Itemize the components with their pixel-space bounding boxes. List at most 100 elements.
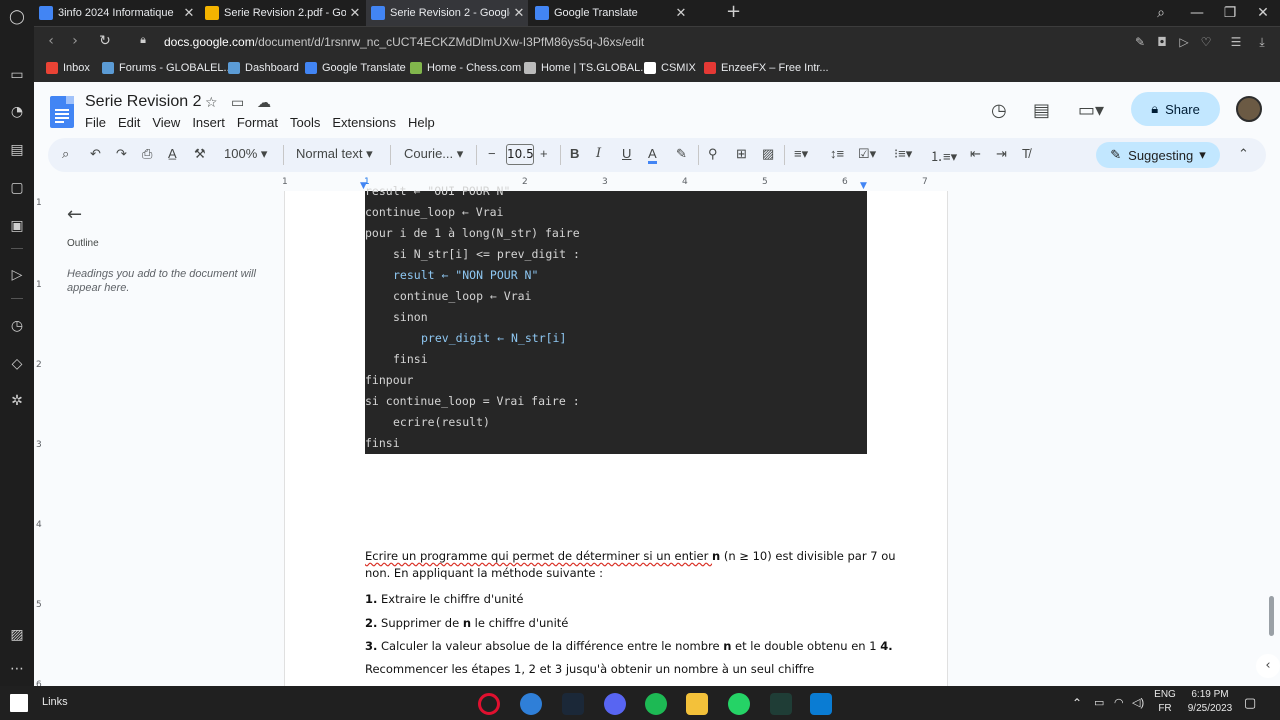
side-panel-toggle-icon[interactable]: ‹ [1256, 654, 1280, 678]
discord-icon[interactable] [604, 693, 626, 715]
comments-icon[interactable]: ▤ [1033, 100, 1050, 121]
menu-insert[interactable]: Insert [192, 115, 225, 130]
close-window-button[interactable]: ✕ [1246, 0, 1280, 26]
paint-format-icon[interactable]: ⚒ [194, 146, 206, 162]
vscode-icon[interactable] [810, 693, 832, 715]
language-indicator[interactable]: ENG FR [1152, 689, 1178, 714]
bookmark-csmix[interactable]: CSMIX [644, 62, 696, 74]
version-history-icon[interactable]: ◷ [991, 100, 1007, 121]
shopping-bag-icon[interactable]: ▤ [8, 141, 26, 159]
tab-pdf[interactable]: Serie Revision 2.pdf - Goog ✕ [200, 0, 364, 26]
camera-icon[interactable]: ◘ [1154, 35, 1170, 49]
document-page[interactable]: result ← "OUI POUR N" continue_loop ← Vr… [284, 184, 948, 686]
document-title[interactable]: Serie Revision 2 [85, 93, 202, 111]
spotify-icon[interactable] [645, 693, 667, 715]
line-spacing-icon[interactable]: ↕≡ [830, 146, 844, 161]
menu-file[interactable]: File [85, 115, 106, 130]
comment-icon[interactable]: ⊞ [736, 146, 747, 162]
reload-icon[interactable]: ↻ [96, 33, 114, 49]
bookmark-inbox[interactable]: Inbox [46, 62, 90, 74]
highlight-icon[interactable]: ✎ [676, 146, 687, 162]
menu-tools[interactable]: Tools [290, 115, 320, 130]
download-icon[interactable]: ⤓ [1254, 35, 1270, 50]
search-tabs-icon[interactable]: ⌕ [1144, 0, 1178, 26]
chevron-up-icon[interactable]: ⌃ [1072, 696, 1082, 710]
right-indent-marker-icon[interactable]: ▼ [860, 181, 867, 191]
easy-setup-icon[interactable]: ☰ [1228, 35, 1244, 49]
twitch-icon[interactable]: ▢ [8, 179, 26, 197]
links-toolbar[interactable]: Links [42, 696, 68, 708]
tab-docs[interactable]: Serie Revision 2 - Google D ✕ [366, 0, 528, 26]
clear-formatting-icon[interactable]: T̸ [1022, 146, 1030, 161]
player-icon[interactable]: ▷ [8, 266, 26, 284]
link-icon[interactable]: ⚲ [708, 146, 718, 162]
print-icon[interactable]: ⎙ [142, 146, 152, 162]
restore-button[interactable]: ❐ [1213, 0, 1247, 26]
font-select[interactable]: Courie... ▾ [404, 146, 463, 162]
menu-view[interactable]: View [152, 115, 180, 130]
speed-dial-icon[interactable]: ◔ [8, 103, 26, 121]
opera-icon[interactable] [478, 693, 500, 715]
meet-icon[interactable]: ▭▾ [1078, 100, 1104, 121]
redo-icon[interactable]: ↷ [116, 146, 127, 162]
more-icon[interactable]: ⋯ [8, 660, 26, 678]
clock[interactable]: 6:19 PM 9/25/2023 [1182, 689, 1238, 714]
forward-icon[interactable]: › [66, 33, 84, 49]
extensions-icon[interactable]: ▣ [8, 217, 26, 235]
edit-icon[interactable]: ✎ [1132, 35, 1148, 49]
cloud-status-icon[interactable]: ☁ [257, 95, 271, 111]
code-block[interactable]: result ← "OUI POUR N" continue_loop ← Vr… [365, 184, 867, 454]
suggesting-mode-button[interactable]: ✎ Suggesting ▾ [1096, 142, 1220, 168]
cube-icon[interactable]: ◇ [8, 355, 26, 373]
wifi-icon[interactable]: ◠ [1114, 696, 1124, 709]
bookmark-translate[interactable]: Google Translate [305, 62, 406, 74]
bookmark-dashboard[interactable]: Dashboard [228, 62, 299, 74]
bookmark-forums[interactable]: Forums - GLOBALEL... [102, 62, 233, 74]
app-icon[interactable] [520, 693, 542, 715]
style-select[interactable]: Normal text ▾ [296, 146, 373, 162]
zoom-select[interactable]: 100% ▾ [224, 146, 267, 162]
windows-start-icon[interactable] [10, 694, 28, 712]
send-icon[interactable]: ▷ [1176, 35, 1192, 49]
numbered-list-icon[interactable]: ⒈≡▾ [930, 146, 957, 165]
search-icon[interactable]: ⌕ [62, 146, 69, 162]
align-icon[interactable]: ≡▾ [794, 146, 808, 162]
bulleted-list-icon[interactable]: ⁝≡▾ [894, 146, 912, 162]
menu-edit[interactable]: Edit [118, 115, 140, 130]
bookmark-chess[interactable]: Home - Chess.com [410, 62, 521, 74]
increase-indent-icon[interactable]: ⇥ [996, 146, 1007, 162]
bookmark-enzeefx[interactable]: EnzeeFX – Free Intr... [704, 62, 829, 74]
avatar[interactable] [1236, 96, 1262, 122]
url-field[interactable]: docs.google.com/document/d/1rsnrw_nc_cUC… [164, 35, 644, 49]
history-icon[interactable]: ◷ [8, 317, 26, 335]
close-outline-icon[interactable]: ← [67, 204, 82, 225]
notifications-icon[interactable]: ▢ [1244, 695, 1256, 711]
font-size-input[interactable]: 10.5 [506, 144, 534, 165]
picture-icon[interactable]: ▨ [8, 626, 26, 644]
decrease-indent-icon[interactable]: ⇤ [970, 146, 981, 162]
new-tab-button[interactable]: + [726, 2, 741, 22]
bold-icon[interactable]: B [570, 146, 579, 161]
gamepad-icon[interactable]: ▭ [8, 66, 26, 84]
scrollbar[interactable] [1269, 596, 1274, 636]
image-icon[interactable]: ▨ [762, 146, 774, 162]
volume-icon[interactable]: ◁) [1132, 696, 1144, 709]
undo-icon[interactable]: ↶ [90, 146, 101, 162]
minimize-button[interactable]: — [1180, 0, 1214, 26]
decrease-font-icon[interactable]: − [488, 146, 496, 161]
tab-translate[interactable]: Google Translate ✕ [530, 0, 690, 26]
move-folder-icon[interactable]: ▭ [231, 95, 244, 111]
whatsapp-icon[interactable] [728, 693, 750, 715]
bookmark-tsglobal[interactable]: Home | TS.GLOBAL... [524, 62, 649, 74]
text-color-icon[interactable]: A [648, 146, 657, 164]
menu-help[interactable]: Help [408, 115, 435, 130]
close-icon[interactable]: ✕ [672, 5, 690, 21]
tab-informatique[interactable]: 3info 2024 Informatique ✕ [34, 0, 198, 26]
settings-icon[interactable]: ✲ [8, 392, 26, 410]
heart-icon[interactable]: ♡ [1198, 35, 1214, 49]
vertical-ruler[interactable]: 1 1 2 3 4 5 6 [34, 192, 46, 690]
close-icon[interactable]: ✕ [180, 5, 198, 21]
checklist-icon[interactable]: ☑▾ [858, 146, 876, 162]
menu-extensions[interactable]: Extensions [332, 115, 396, 130]
steam-icon[interactable] [562, 693, 584, 715]
